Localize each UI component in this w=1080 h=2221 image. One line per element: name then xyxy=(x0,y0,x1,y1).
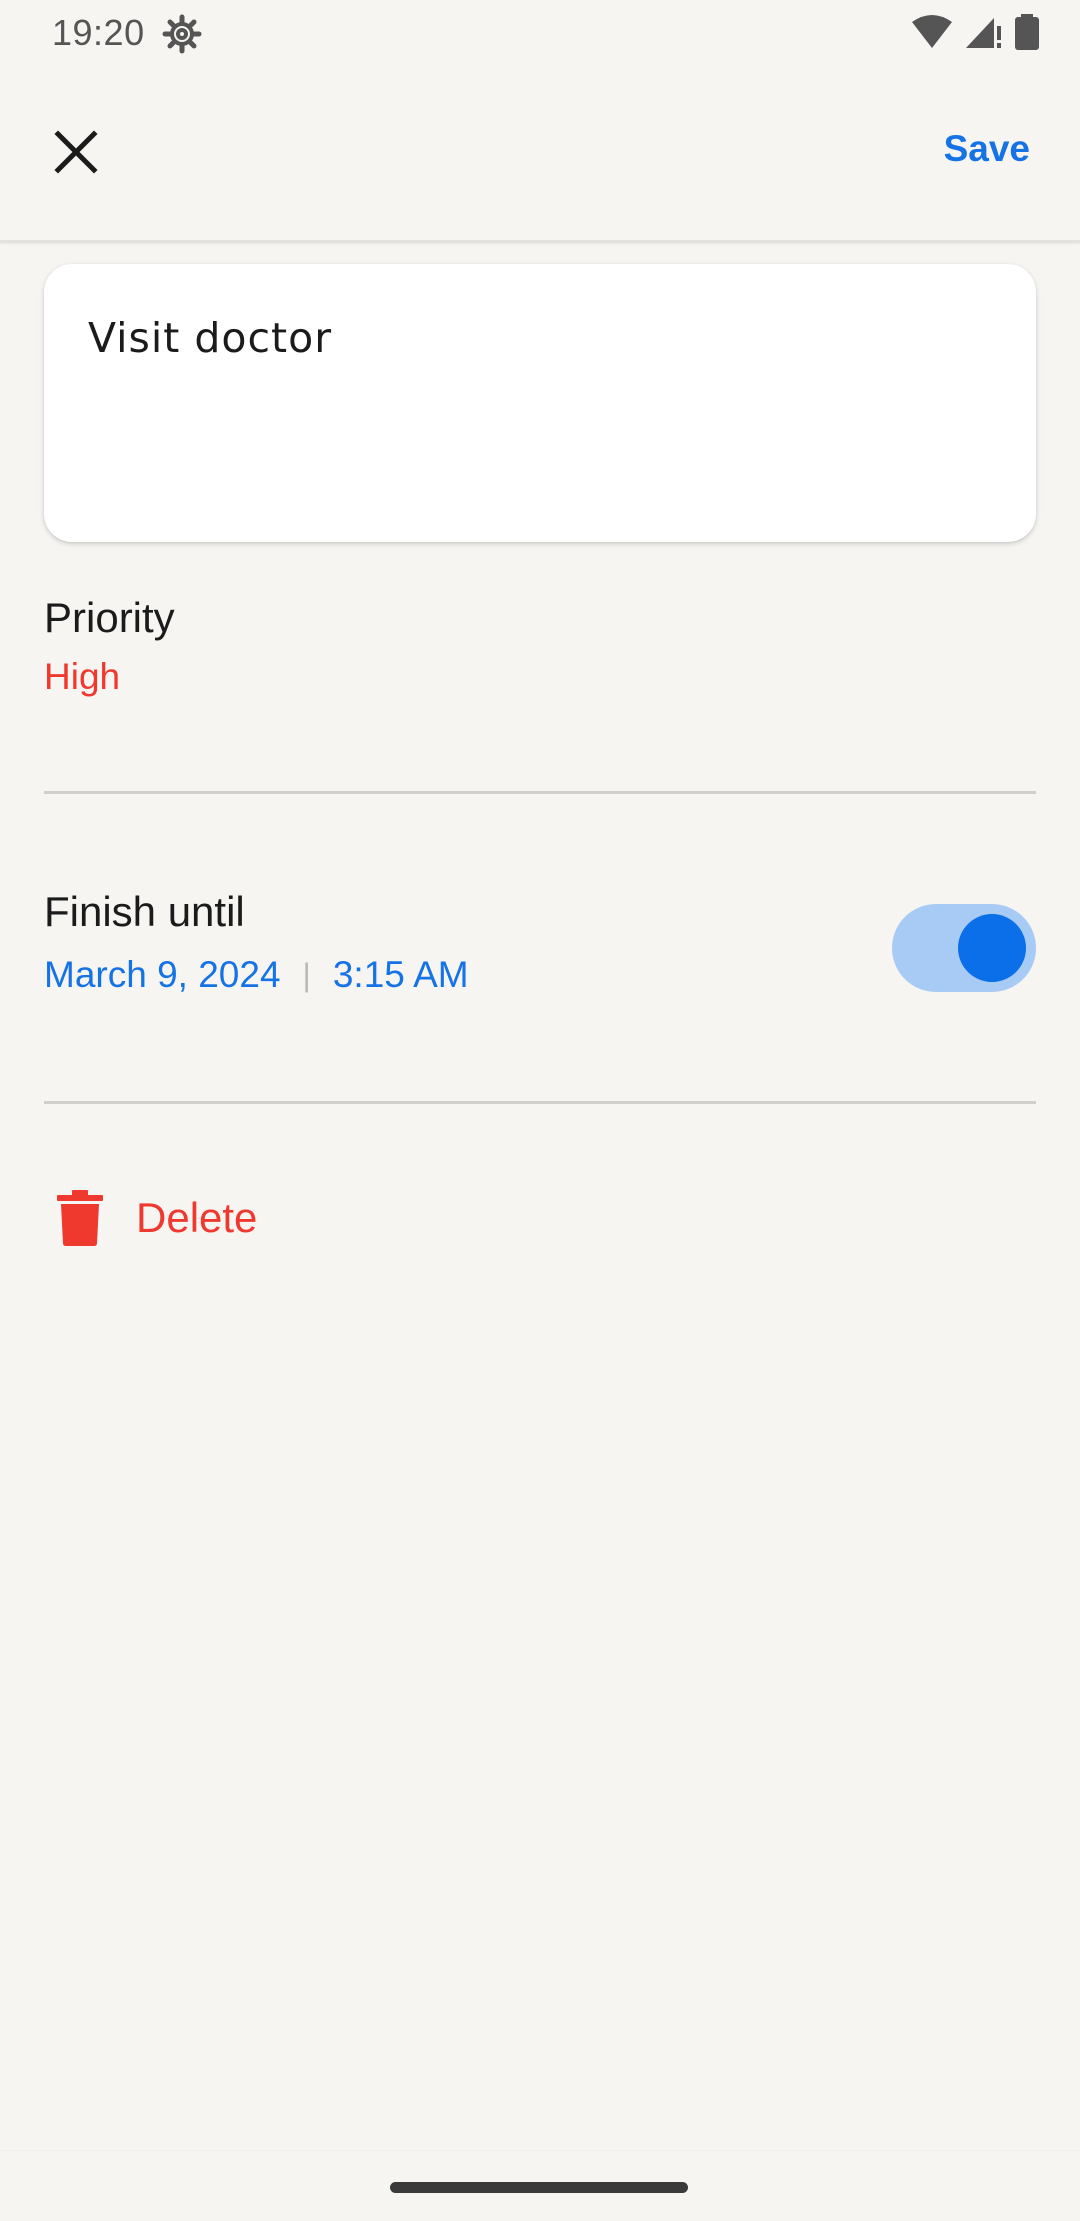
task-title-input[interactable] xyxy=(88,314,988,362)
status-time: 19:20 xyxy=(52,12,145,53)
wifi-icon xyxy=(910,14,954,55)
toggle-knob xyxy=(958,914,1026,982)
finish-until-section: Finish until March 9, 2024 | 3:15 AM xyxy=(44,880,1036,1020)
trash-icon xyxy=(44,1182,116,1254)
close-button[interactable] xyxy=(36,114,116,194)
divider xyxy=(44,791,1036,794)
priority-value: High xyxy=(44,656,121,697)
status-bar: 19:20 xyxy=(0,0,1080,66)
battery-icon xyxy=(1014,13,1040,55)
task-title-card xyxy=(44,264,1036,542)
finish-date[interactable]: March 9, 2024 xyxy=(44,954,281,996)
delete-button[interactable]: Delete xyxy=(44,1178,257,1258)
status-icons xyxy=(910,13,1040,55)
close-icon xyxy=(54,129,98,179)
finish-until-values: March 9, 2024 | 3:15 AM xyxy=(44,954,469,996)
signal-icon xyxy=(964,14,1004,55)
priority-selector[interactable]: Priority High xyxy=(44,588,1036,708)
divider xyxy=(44,1101,1036,1104)
home-gesture-handle[interactable] xyxy=(390,2182,688,2193)
finish-time[interactable]: 3:15 AM xyxy=(333,954,469,996)
app-bar xyxy=(0,66,1080,242)
priority-label: Priority xyxy=(44,594,175,641)
settings-gear-icon xyxy=(162,14,202,54)
finish-until-toggle[interactable] xyxy=(892,904,1036,992)
save-button[interactable]: Save xyxy=(944,128,1030,170)
finish-until-label: Finish until xyxy=(44,888,245,935)
app-bar-divider xyxy=(0,240,1080,243)
finish-separator: | xyxy=(302,956,311,993)
delete-label: Delete xyxy=(136,1194,258,1241)
